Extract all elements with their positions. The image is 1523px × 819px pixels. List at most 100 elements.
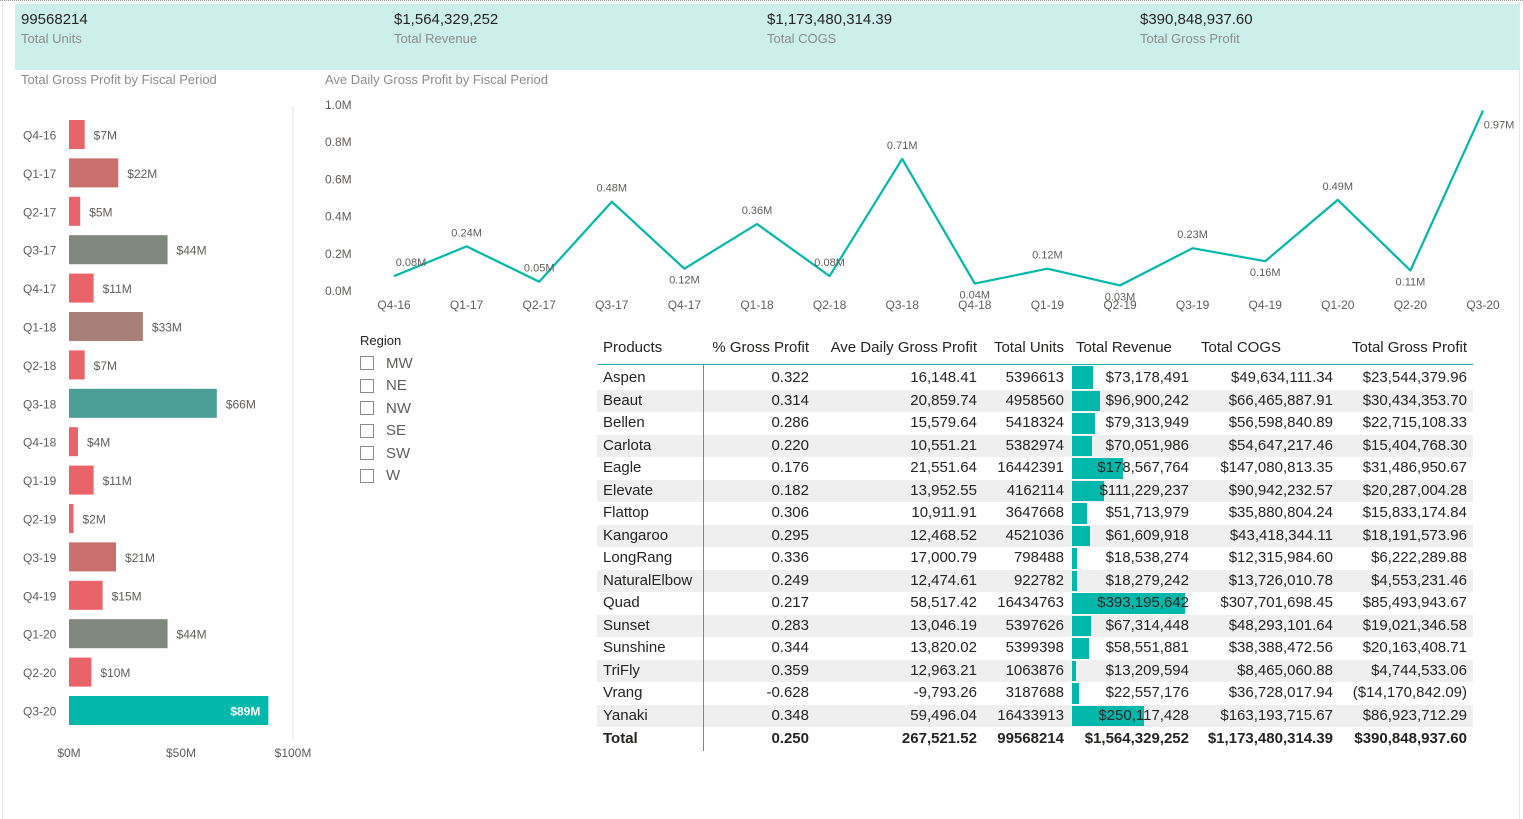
header-total-cogs[interactable]: Total COGS <box>1195 330 1339 365</box>
cell-revenue-text: $51,713,979 <box>1105 504 1189 522</box>
slicer-title: Region <box>360 333 402 348</box>
cell-revenue-text: $58,551,881 <box>1105 639 1189 657</box>
cell-revenue-text: $73,178,491 <box>1105 369 1189 387</box>
kpi-total-units[interactable]: 99568214 Total Units <box>21 11 88 47</box>
bar-category-label: Q1-20 <box>23 628 57 642</box>
total-units: 99568214 <box>997 730 1064 747</box>
checkbox-icon[interactable] <box>360 401 374 416</box>
checkbox-icon[interactable] <box>360 468 374 483</box>
cell-revenue: $111,229,237 <box>1070 479 1195 502</box>
bar-q4-16[interactable] <box>69 120 85 149</box>
bar-q4-17[interactable] <box>69 273 94 303</box>
line-data-label: 0.24M <box>451 227 482 239</box>
revenue-data-bar <box>1072 503 1087 524</box>
cell-product: Elevate <box>597 479 704 502</box>
slicer-item-w[interactable]: W <box>360 465 480 488</box>
cell-units: 16442391 <box>997 459 1064 477</box>
cell-revenue: $250,117,428 <box>1070 704 1195 727</box>
slicer-item-nw[interactable]: NW <box>360 397 480 420</box>
table-row[interactable]: Kangaroo 0.295 12,468.52 4521036 $61,609,918… <box>597 524 1473 547</box>
slicer-item-mw[interactable]: MW <box>360 352 480 375</box>
top-dotted-border <box>0 0 1523 3</box>
cell-gp: ($14,170,842.09) <box>1352 684 1467 702</box>
slicer-item-ne[interactable]: NE <box>360 375 480 398</box>
bar-category-label: Q2-17 <box>23 205 57 219</box>
cell-pct: 0.249 <box>703 569 815 592</box>
bar-q2-18[interactable] <box>69 350 85 380</box>
bar-data-label: $4M <box>87 436 110 450</box>
checkbox-icon[interactable] <box>360 356 374 371</box>
header-total-gross-profit[interactable]: Total Gross Profit <box>1339 330 1473 365</box>
cell-revenue: $18,538,274 <box>1070 547 1195 570</box>
bar-data-label: $44M <box>177 244 207 258</box>
slicer-item-se[interactable]: SE <box>360 420 480 443</box>
checkbox-icon[interactable] <box>360 378 374 393</box>
bar-q4-19[interactable] <box>69 580 103 610</box>
kpi-total-revenue[interactable]: $1,564,329,252 Total Revenue <box>394 11 498 47</box>
cell-ave: 20,859.74 <box>815 389 983 412</box>
header-pct-gross-profit[interactable]: % Gross Profit <box>703 330 815 365</box>
table-row[interactable]: Aspen 0.322 16,148.41 5396613 $73,178,491 $49… <box>597 364 1473 390</box>
bar-q3-19[interactable] <box>69 542 117 572</box>
bar-data-label: $89M <box>230 705 260 719</box>
slicer-item-label: SW <box>386 444 411 462</box>
table-row[interactable]: Beaut 0.314 20,859.74 4958560 $96,900,242 $66… <box>597 389 1473 412</box>
table-row[interactable]: TriFly 0.359 12,963.21 1063876 $13,209,594 $8… <box>597 659 1473 682</box>
bar-q3-17[interactable] <box>69 235 168 265</box>
gross-profit-bar-chart[interactable]: Q4-16 $7M Q1-17 $22M Q2-17 $5M Q3-17 $44M Q4-17 $… <box>0 90 320 770</box>
bar-q1-20[interactable] <box>69 619 168 649</box>
table-row[interactable]: Eagle 0.176 21,551.64 16442391 $178,567,764 $… <box>597 457 1473 480</box>
slicer-item-sw[interactable]: SW <box>360 442 480 465</box>
line-data-label: 0.48M <box>597 183 628 195</box>
bar-q1-19[interactable] <box>69 465 94 495</box>
bar-category-label: Q3-18 <box>23 397 57 411</box>
cell-revenue: $73,178,491 <box>1070 365 1195 390</box>
total-pct: 0.250 <box>771 730 809 747</box>
cell-gp: $20,163,408.71 <box>1362 639 1467 657</box>
line-x-tick-label: Q1-17 <box>450 298 484 312</box>
checkbox-icon[interactable] <box>360 423 374 438</box>
header-ave-daily-gross-profit[interactable]: Ave Daily Gross Profit <box>815 330 983 365</box>
bar-data-label: $22M <box>127 167 157 181</box>
cell-product: Quad <box>597 592 704 615</box>
line-series[interactable] <box>393 110 1485 287</box>
header-products[interactable]: Products <box>597 330 703 365</box>
table-row[interactable]: Yanaki 0.348 59,496.04 16433913 $250,117,428… <box>597 704 1473 727</box>
cell-ave: 21,551.64 <box>910 459 977 477</box>
table-row[interactable]: Quad 0.217 58,517.42 16434763 $393,195,642 $3… <box>597 592 1473 615</box>
bar-q1-17[interactable] <box>69 158 119 188</box>
ave-daily-gross-profit-line-chart[interactable]: 0.0M 0.2M 0.4M 0.6M 0.8M 1.0M 0.08M Q4-16 0.24M Q… <box>320 90 1520 320</box>
bar-category-label: Q3-20 <box>23 705 57 719</box>
table-row[interactable]: LongRang 0.336 17,000.79 798488 $18,538,274 $… <box>597 547 1473 570</box>
bar-q4-18[interactable] <box>69 427 78 457</box>
checkbox-icon[interactable] <box>360 446 374 461</box>
kpi-total-gross-profit[interactable]: $390,848,937.60 Total Gross Profit <box>1140 11 1253 47</box>
table-row[interactable]: Vrang -0.628 -9,793.26 3187688 $22,557,176 $3… <box>597 682 1473 705</box>
header-total-units[interactable]: Total Units <box>983 330 1070 365</box>
table-row[interactable]: Elevate 0.182 13,952.55 4162114 $111,229,237… <box>597 479 1473 502</box>
bar-q1-18[interactable] <box>69 312 143 341</box>
bar-q2-17[interactable] <box>69 196 81 226</box>
cell-revenue-text: $18,279,242 <box>1105 571 1189 589</box>
table-row[interactable]: NaturalElbow 0.249 12,474.61 922782 $18,279,… <box>597 569 1473 592</box>
cell-ave: 10,551.21 <box>815 434 983 457</box>
cell-pct: 0.283 <box>703 614 815 637</box>
cell-pct: 0.182 <box>703 479 815 502</box>
line-data-label: 0.49M <box>1323 181 1354 193</box>
revenue-data-bar <box>1072 638 1089 659</box>
bar-q2-20[interactable] <box>69 657 92 687</box>
table-row[interactable]: Carlota 0.220 10,551.21 5382974 $70,051,986 $… <box>597 434 1473 457</box>
header-total-revenue[interactable]: Total Revenue <box>1070 330 1195 365</box>
line-x-tick-label: Q4-19 <box>1249 298 1283 312</box>
table-row[interactable]: Sunset 0.283 13,046.19 5397626 $67,314,448 $4… <box>597 614 1473 637</box>
cell-revenue-text: $111,229,237 <box>1099 481 1189 499</box>
table-row[interactable]: Flattop 0.306 10,911.91 3647668 $51,713,979 $… <box>597 502 1473 525</box>
cell-cogs: $66,465,887.91 <box>1195 389 1339 412</box>
kpi-total-cogs[interactable]: $1,173,480,314.39 Total COGS <box>767 11 892 47</box>
cell-cogs: $147,080,813.35 <box>1220 459 1333 477</box>
bar-q3-18[interactable] <box>69 388 217 418</box>
table-row[interactable]: Bellen 0.286 15,579.64 5418324 $79,313,949 $5… <box>597 412 1473 435</box>
bar-q2-19[interactable] <box>69 504 74 533</box>
region-slicer: Region MW NE NW SE SW W <box>360 333 480 487</box>
table-row[interactable]: Sunshine 0.344 13,820.02 5399398 $58,551,881… <box>597 637 1473 660</box>
